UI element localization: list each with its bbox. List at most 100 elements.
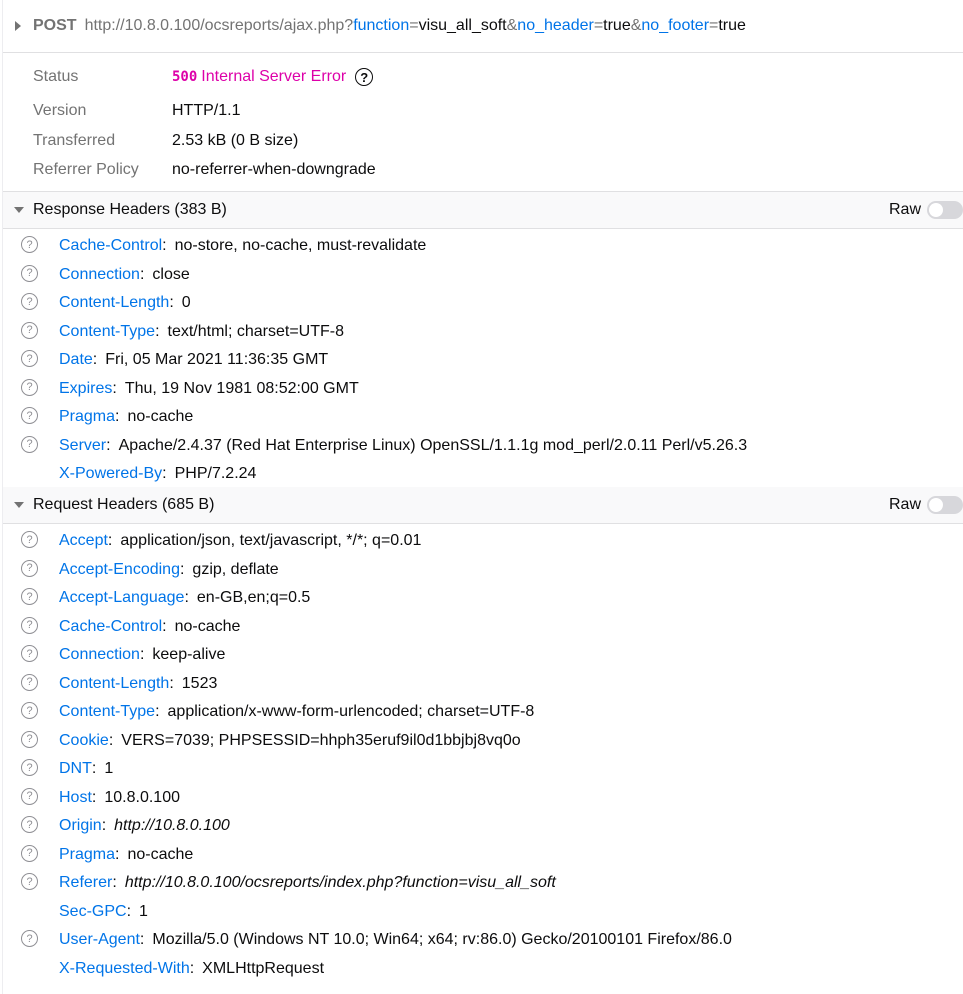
header-row[interactable]: ? Content-Type: text/html; charset=UTF-8 bbox=[3, 318, 963, 347]
header-row[interactable]: ? Cache-Control: no-cache bbox=[3, 613, 963, 642]
help-icon[interactable]: ? bbox=[21, 616, 38, 634]
request-raw-label: Raw bbox=[888, 496, 921, 513]
request-raw-switch[interactable]: Raw bbox=[889, 487, 963, 523]
help-icon[interactable]: ? bbox=[21, 844, 38, 862]
header-name: Pragma bbox=[59, 845, 116, 863]
help-icon[interactable]: ? bbox=[21, 350, 38, 367]
header-row[interactable]: ? Cookie: VERS=7039; PHPSESSID=hhph35eruf9… bbox=[3, 727, 963, 756]
header-colon: : bbox=[179, 560, 185, 578]
header-value: no-cache bbox=[127, 845, 194, 863]
header-row[interactable]: ? Content-Length:1523 bbox=[3, 670, 963, 699]
collapse-arrow-icon[interactable] bbox=[14, 502, 24, 508]
header-name: Date bbox=[59, 351, 93, 369]
help-icon[interactable]: ? bbox=[21, 645, 38, 662]
help-icon[interactable]: ? bbox=[21, 787, 38, 805]
header-value: keep-alive bbox=[152, 646, 226, 664]
url-param-no-footer: no_footer=true bbox=[641, 17, 746, 34]
header-row[interactable]: ? Accept: application/json, text/javascrip… bbox=[3, 527, 963, 556]
header-colon: : bbox=[155, 322, 160, 340]
header-row[interactable]: ? Content-Length:0 bbox=[3, 289, 963, 318]
help-icon[interactable]: ? bbox=[21, 673, 38, 691]
help-icon[interactable]: ? bbox=[21, 588, 38, 605]
header-row[interactable]: X-Requested-With: XMLHttpRequest bbox=[3, 955, 963, 984]
toggle-knob bbox=[929, 203, 943, 217]
header-row[interactable]: ? Origin: http://10.8.0.100 bbox=[3, 812, 963, 841]
header-row[interactable]: X-Powered-By: PHP/7.2.24 bbox=[3, 460, 963, 489]
header-name: User-Agent bbox=[59, 931, 140, 949]
request-raw-toggle[interactable] bbox=[927, 496, 963, 514]
header-row[interactable]: ? Referer: http://10.8.0.100/ocsreports/in… bbox=[3, 869, 963, 898]
help-icon[interactable]: ? bbox=[21, 873, 38, 890]
help-icon[interactable]: ? bbox=[21, 407, 38, 424]
help-icon[interactable]: ? bbox=[21, 531, 38, 548]
header-name: Accept-Language bbox=[59, 589, 185, 607]
header-row[interactable]: ? Content-Type: application/x-www-form-url… bbox=[3, 698, 963, 727]
header-row[interactable]: ? User-Agent: Mozilla/5.0 (Windows NT 10.0… bbox=[3, 926, 963, 955]
response-headers-toggle[interactable]: Response Headers (383 B) Raw bbox=[3, 192, 963, 229]
help-icon[interactable]: ? bbox=[21, 293, 38, 310]
header-value: close bbox=[152, 265, 190, 283]
header-row[interactable]: ? Connection: close bbox=[3, 261, 963, 290]
header-value: 10.8.0.100 bbox=[104, 788, 180, 806]
help-icon[interactable]: ? bbox=[21, 236, 38, 253]
header-name: Accept bbox=[59, 532, 108, 550]
header-row[interactable]: ? Cache-Control: no-store, no-cache, must-… bbox=[3, 232, 963, 261]
help-icon[interactable]: ? bbox=[21, 702, 38, 719]
help-icon[interactable]: ? bbox=[21, 730, 38, 748]
header-row[interactable]: ? Server: Apache/2.4.37 (Red Hat Enterpris… bbox=[3, 432, 963, 461]
header-value: 1 bbox=[104, 760, 114, 778]
header-colon: : bbox=[139, 931, 145, 949]
header-value: no-store, no-cache, must-revalidate bbox=[174, 237, 427, 255]
response-raw-switch[interactable]: Raw bbox=[889, 192, 963, 228]
header-value: Thu, 19 Nov 1981 08:52:00 GMT bbox=[124, 379, 359, 397]
header-name: Server bbox=[59, 436, 107, 454]
version-value: HTTP/1.1 bbox=[172, 102, 241, 119]
help-icon[interactable]: ? bbox=[21, 378, 38, 396]
referrer-policy-label: Referrer Policy bbox=[33, 161, 139, 178]
transferred-label: Transferred bbox=[33, 132, 116, 149]
header-row[interactable]: ? Date: Fri, 05 Mar 2021 11:36:35 GMT bbox=[3, 346, 963, 375]
collapse-arrow-icon[interactable] bbox=[14, 207, 24, 213]
header-colon: : bbox=[91, 788, 97, 806]
header-name: Content-Length bbox=[59, 674, 170, 692]
response-raw-toggle[interactable] bbox=[927, 201, 963, 219]
request-url-bar[interactable]: POST http://10.8.0.100/ocsreports/ajax.p… bbox=[3, 0, 963, 53]
header-row[interactable]: ? DNT:1 bbox=[3, 755, 963, 784]
request-headers-toggle[interactable]: Request Headers (685 B) Raw bbox=[3, 487, 963, 524]
help-icon[interactable]: ? bbox=[21, 264, 38, 282]
help-icon[interactable]: ? bbox=[21, 816, 38, 833]
request-url-base: http://10.8.0.100/ocsreports/ajax.php? bbox=[84, 17, 354, 34]
header-value: Mozilla/5.0 (Windows NT 10.0; Win64; x64… bbox=[152, 931, 732, 949]
header-colon: : bbox=[92, 351, 98, 369]
header-value: PHP/7.2.24 bbox=[174, 465, 257, 483]
header-colon: : bbox=[91, 760, 97, 778]
transferred-value: 2.53 kB (0 B size) bbox=[172, 132, 299, 149]
header-name: Content-Type bbox=[59, 322, 156, 340]
header-value: http://10.8.0.100/ocsreports/index.php?f… bbox=[124, 874, 556, 892]
header-row[interactable]: ? Expires: Thu, 19 Nov 1981 08:52:00 GMT bbox=[3, 375, 963, 404]
header-row[interactable]: ? Pragma: no-cache bbox=[3, 841, 963, 870]
help-icon[interactable]: ? bbox=[21, 930, 38, 947]
help-icon[interactable]: ? bbox=[21, 759, 38, 776]
header-row[interactable]: ? Accept-Language: en-GB,en;q=0.5 bbox=[3, 584, 963, 613]
url-param-no-header: no_header=true& bbox=[517, 17, 642, 34]
referrer-policy-row: Referrer Policy no-referrer-when-downgra… bbox=[33, 158, 376, 182]
header-row[interactable]: ? Connection: keep-alive bbox=[3, 641, 963, 670]
header-colon: : bbox=[108, 731, 114, 749]
expand-arrow-icon[interactable] bbox=[15, 21, 21, 31]
header-row[interactable]: ? Host:10.8.0.100 bbox=[3, 784, 963, 813]
status-help-icon[interactable]: ? bbox=[355, 68, 374, 86]
header-colon: : bbox=[107, 532, 113, 550]
header-colon: : bbox=[139, 265, 145, 283]
header-row[interactable]: ? Pragma: no-cache bbox=[3, 403, 963, 432]
header-colon: : bbox=[169, 674, 174, 692]
help-icon[interactable]: ? bbox=[21, 559, 38, 577]
header-name: Content-Length bbox=[59, 294, 170, 312]
header-row[interactable]: ? Accept-Encoding: gzip, deflate bbox=[3, 556, 963, 585]
header-row[interactable]: Sec-GPC:1 bbox=[3, 898, 963, 927]
help-icon[interactable]: ? bbox=[21, 435, 38, 453]
header-value: 0 bbox=[181, 294, 191, 312]
header-name: X-Requested-With bbox=[59, 959, 190, 977]
help-icon[interactable]: ? bbox=[21, 321, 38, 339]
header-name: DNT bbox=[59, 760, 92, 778]
